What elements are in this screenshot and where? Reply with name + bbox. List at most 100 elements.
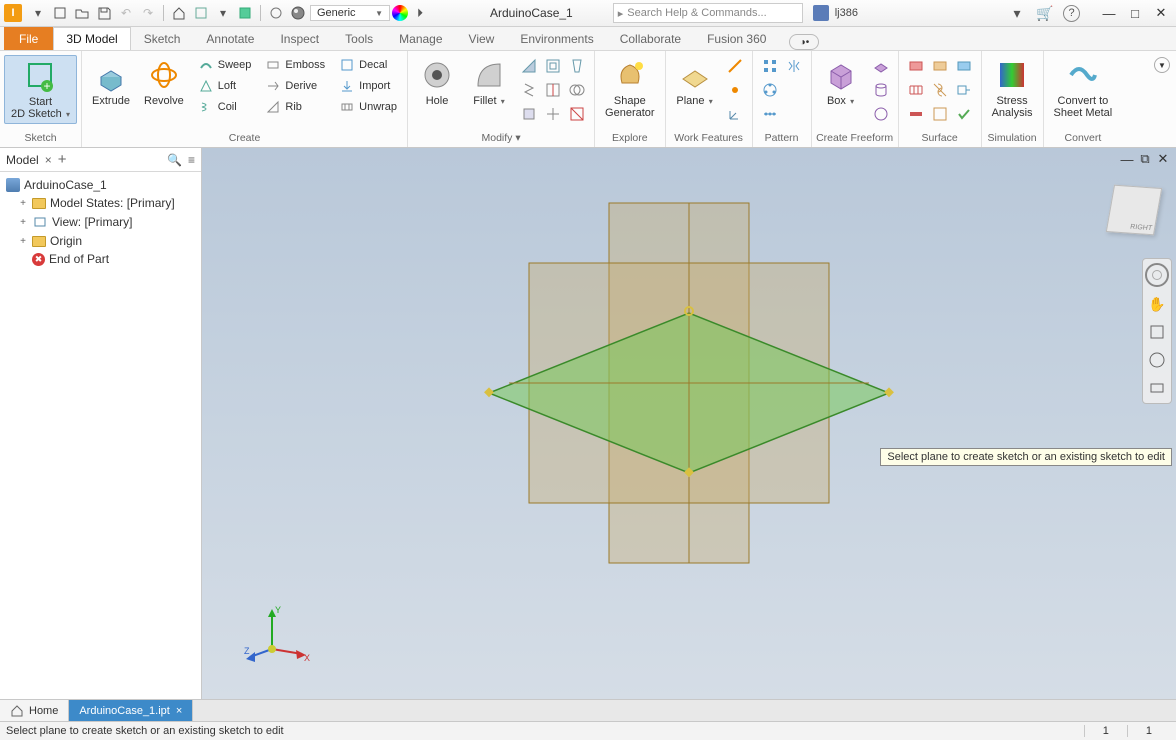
home-icon[interactable] (169, 3, 189, 23)
sculpt-icon[interactable] (953, 55, 975, 77)
home-doc-tab[interactable]: Home (0, 700, 69, 721)
thread-icon[interactable] (518, 79, 540, 101)
model-tab-close-icon[interactable]: × (45, 153, 52, 167)
chamfer-icon[interactable] (518, 55, 540, 77)
freeform-cylinder-icon[interactable] (870, 79, 892, 101)
shell-icon[interactable] (542, 55, 564, 77)
expand-icon[interactable]: + (18, 236, 28, 247)
mirror-icon[interactable] (783, 55, 805, 77)
loft-button[interactable]: Loft (194, 76, 256, 96)
viewport-minimize-icon[interactable]: — (1120, 152, 1134, 166)
tab-inspect[interactable]: Inspect (267, 27, 332, 50)
maximize-button[interactable]: □ (1124, 4, 1146, 22)
zoom-icon[interactable] (1146, 321, 1168, 343)
derive-button[interactable]: Derive (261, 76, 329, 96)
view-cube[interactable]: RIGHT (1106, 185, 1162, 236)
patch-icon[interactable] (929, 55, 951, 77)
help-icon[interactable]: ? (1063, 5, 1080, 22)
document-tab[interactable]: ArduinoCase_1.ipt × (69, 700, 193, 721)
group-modify-label[interactable]: Modify ▾ (412, 131, 590, 147)
lookat-icon[interactable] (1146, 377, 1168, 399)
trim-surface-icon[interactable] (929, 79, 951, 101)
save-icon[interactable] (94, 3, 114, 23)
sketch-driven-pattern-icon[interactable] (759, 103, 781, 125)
app-icon[interactable]: I (4, 4, 22, 22)
viewport-restore-icon[interactable]: ⧉ (1138, 152, 1152, 166)
expand-icon[interactable]: + (18, 217, 28, 228)
tree-view[interactable]: + View: [Primary] (4, 212, 197, 232)
delete-face-icon[interactable] (566, 103, 588, 125)
viewport-close-icon[interactable]: ✕ (1156, 152, 1170, 166)
combine-icon[interactable] (566, 79, 588, 101)
hole-button[interactable]: Hole (412, 55, 462, 109)
shape-generator-button[interactable]: Shape Generator (599, 55, 661, 121)
tree-model-states[interactable]: + Model States: [Primary] (4, 194, 197, 212)
search-input[interactable]: ▸ Search Help & Commands... (613, 3, 803, 23)
ribbon-help-icon[interactable]: ▼ (1154, 57, 1170, 73)
dropdown-icon[interactable]: ▾ (1007, 3, 1027, 23)
origin-planes[interactable] (449, 193, 929, 613)
extend-surface-icon[interactable] (953, 79, 975, 101)
tab-file[interactable]: File (4, 27, 53, 50)
tab-sketch[interactable]: Sketch (131, 27, 194, 50)
unwrap-button[interactable]: Unwrap (335, 97, 401, 117)
pan-icon[interactable]: ✋ (1146, 293, 1168, 315)
viewport-3d[interactable]: — ⧉ ✕ RIGHT ✋ (202, 148, 1176, 699)
doc-tab-close-icon[interactable]: × (176, 705, 182, 717)
browser-menu-icon[interactable]: ≡ (188, 153, 195, 167)
material-lib-icon[interactable] (266, 3, 286, 23)
steering-wheel-icon[interactable] (1145, 263, 1169, 287)
replace-face-icon[interactable] (929, 103, 951, 125)
import-button[interactable]: Import (335, 76, 401, 96)
team-icon[interactable] (191, 3, 211, 23)
fillet-button[interactable]: Fillet ▾ (464, 55, 514, 110)
direct-edit-icon[interactable] (518, 103, 540, 125)
minimize-button[interactable]: — (1098, 4, 1120, 22)
tab-3d-model[interactable]: 3D Model (53, 27, 130, 50)
ruled-surface-icon[interactable] (905, 79, 927, 101)
color-wheel-icon[interactable] (392, 5, 408, 21)
revolve-button[interactable]: Revolve (138, 55, 190, 109)
tab-collaborate[interactable]: Collaborate (607, 27, 694, 50)
cart-icon[interactable]: 🛒 (1035, 3, 1055, 23)
tree-end-of-part[interactable]: ✖ End of Part (4, 250, 197, 268)
undo-icon[interactable]: ↶ (116, 3, 136, 23)
user-account[interactable]: lj386 (813, 5, 858, 21)
freeform-plane-icon[interactable] (870, 55, 892, 77)
rectangular-pattern-icon[interactable] (759, 55, 781, 77)
model-tab-add-icon[interactable]: + (58, 151, 67, 168)
rib-button[interactable]: Rib (261, 97, 329, 117)
extrude-button[interactable]: Extrude (86, 55, 136, 109)
ucs-icon[interactable] (724, 103, 746, 125)
sheet-metal-button[interactable]: Convert to Sheet Metal (1048, 55, 1119, 121)
expand-icon[interactable]: + (18, 198, 28, 209)
thicken-icon[interactable] (905, 103, 927, 125)
sweep-button[interactable]: Sweep (194, 55, 256, 75)
new-file-icon[interactable]: ▾ (28, 3, 48, 23)
new-doc-icon[interactable] (50, 3, 70, 23)
redo-icon[interactable]: ↷ (138, 3, 158, 23)
close-button[interactable]: ✕ (1150, 4, 1172, 22)
decal-button[interactable]: Decal (335, 55, 401, 75)
orbit-icon[interactable] (1146, 349, 1168, 371)
tree-origin[interactable]: + Origin (4, 232, 197, 250)
appearance-icon[interactable] (288, 3, 308, 23)
open-icon[interactable] (72, 3, 92, 23)
point-icon[interactable] (724, 79, 746, 101)
plane-button[interactable]: Plane ▾ (670, 55, 720, 110)
stress-analysis-button[interactable]: Stress Analysis (986, 55, 1039, 121)
stitch-icon[interactable] (905, 55, 927, 77)
model-tab-label[interactable]: Model (6, 153, 39, 167)
draft-icon[interactable] (566, 55, 588, 77)
tab-tools[interactable]: Tools (332, 27, 386, 50)
emboss-button[interactable]: Emboss (261, 55, 329, 75)
axis-icon[interactable] (724, 55, 746, 77)
move-bodies-icon[interactable] (542, 103, 564, 125)
assembly-icon[interactable]: ▾ (213, 3, 233, 23)
split-icon[interactable] (542, 79, 564, 101)
repair-bodies-icon[interactable] (953, 103, 975, 125)
material-dropdown[interactable]: Generic ▼ (310, 5, 390, 21)
box-button[interactable]: Box ▾ (816, 55, 866, 110)
tab-view[interactable]: View (456, 27, 508, 50)
start-2d-sketch-button[interactable]: + Start 2D Sketch ▾ (4, 55, 77, 124)
